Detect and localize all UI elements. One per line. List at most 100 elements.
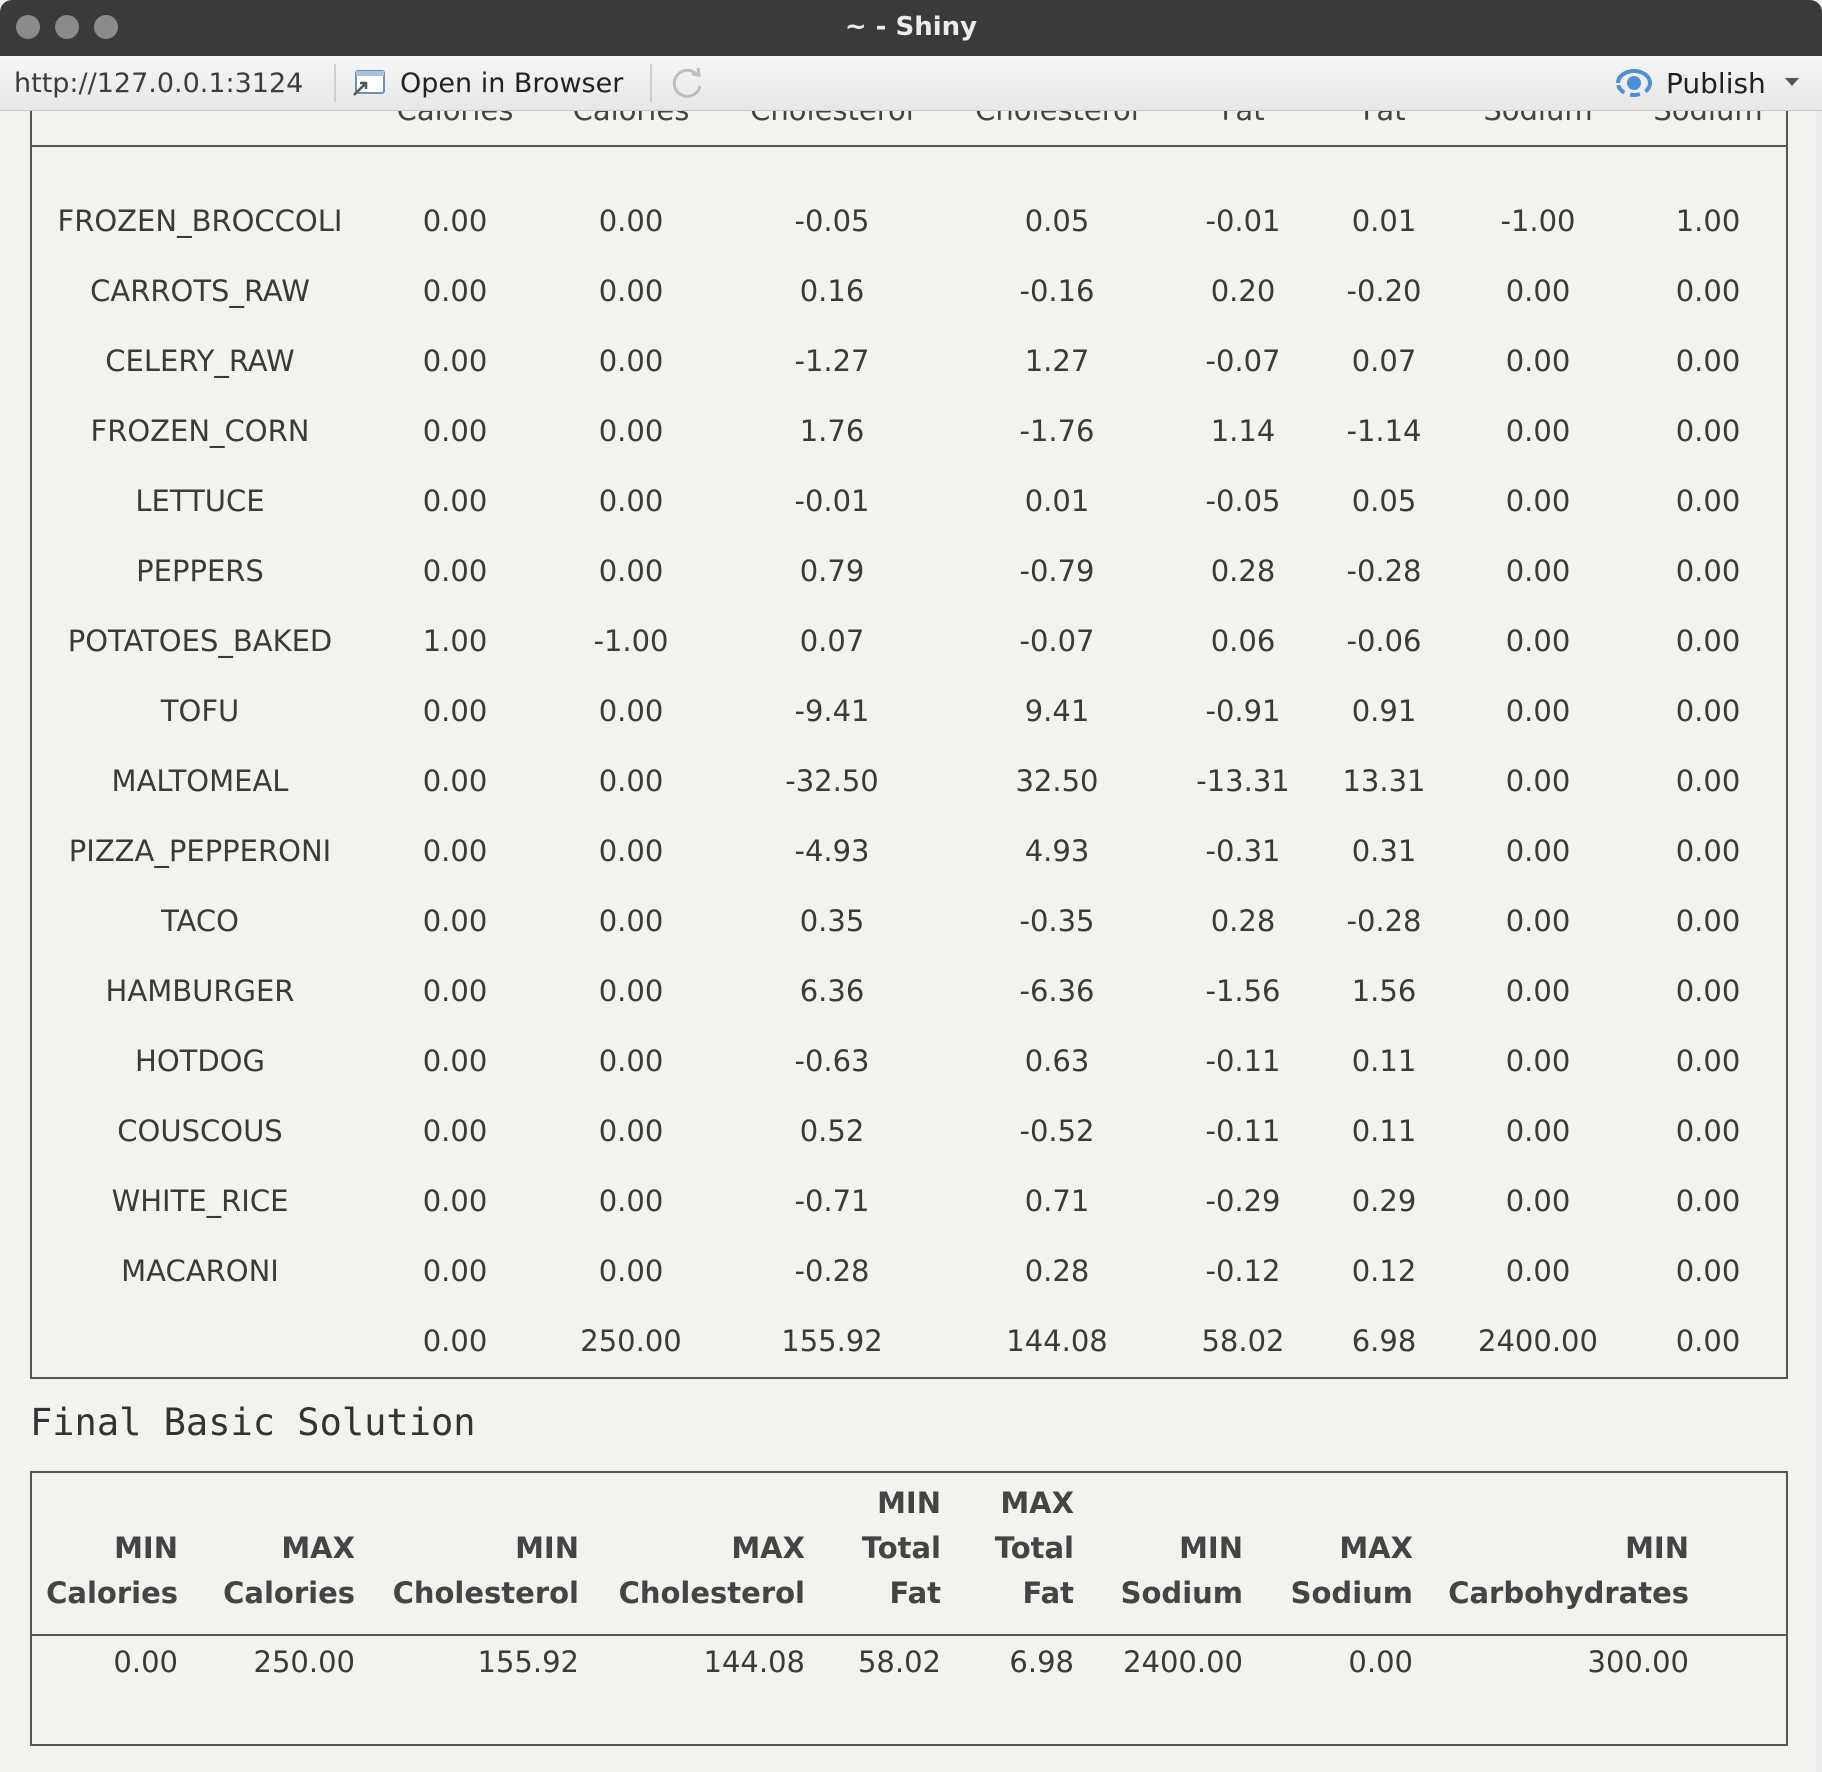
table-cell: 1.00 — [1675, 204, 1741, 238]
row-label: HAMBURGER — [105, 974, 295, 1008]
table-cell: 0.00 — [598, 204, 664, 238]
table-cell: -0.12 — [1205, 1254, 1281, 1288]
table-cell: -0.05 — [794, 204, 870, 238]
table-cell: 0.00 — [1505, 414, 1571, 448]
table-cell: 0.28 — [1210, 904, 1276, 938]
table-cell: 9.41 — [1024, 694, 1090, 728]
table-row: HAMBURGER 0.00 0.00 6.36 -6.36 -1.56 1.56 0.00 0… — [32, 956, 1786, 1026]
column-header-line: Sodium — [1120, 1576, 1243, 1610]
table-cell: 0.00 — [1675, 414, 1741, 448]
table-cell: 0.01 — [1024, 484, 1090, 518]
column-header-line: MAX — [1339, 1531, 1413, 1565]
final-basic-solution-table: MIN Calories MAX Calories MIN Cholesterol MAX C… — [30, 1471, 1788, 1746]
table-cell: 0.00 — [598, 1254, 664, 1288]
table-cell: 144.08 — [703, 1645, 805, 1679]
table-cell: 0.00 — [422, 904, 488, 938]
column-header-line: Calories — [46, 1576, 178, 1610]
table-cell: -0.63 — [794, 1044, 870, 1078]
table-cell: 0.00 — [422, 974, 488, 1008]
publish-button[interactable]: Publish — [1612, 62, 1766, 104]
table-row: FROZEN_CORN 0.00 0.00 1.76 -1.76 1.14 -1.14 0.0… — [32, 396, 1786, 466]
row-label: CARROTS_RAW — [90, 274, 310, 308]
table-cell: 0.00 — [1505, 554, 1571, 588]
column-header: Calories — [397, 111, 514, 127]
table-cell: 1.14 — [1210, 414, 1276, 448]
table-cell: 0.00 — [1505, 974, 1571, 1008]
table-cell: 1.56 — [1351, 974, 1417, 1008]
table-cell: 300.00 — [1587, 1645, 1689, 1679]
table-cell: -0.28 — [794, 1254, 870, 1288]
app-content: Calories Calories Cholesterol Cholesterol Fa… — [0, 111, 1822, 1772]
column-header-line: Fat — [1022, 1576, 1074, 1610]
column-header: Fat — [1221, 111, 1264, 127]
table-header-row: MIN Calories MAX Calories MIN Cholesterol MAX C… — [32, 1473, 1786, 1636]
open-in-browser-button[interactable]: Open in Browser — [352, 62, 623, 104]
table-cell: 0.00 — [598, 554, 664, 588]
table-cell: -0.20 — [1346, 274, 1422, 308]
table-cell: 0.00 — [598, 974, 664, 1008]
table-cell: 0.00 — [422, 834, 488, 868]
viewer-toolbar: http://127.0.0.1:3124 Open in Browser Pu… — [0, 56, 1822, 111]
column-header-line: MIN — [877, 1486, 941, 1520]
row-label: FROZEN_BROCCOLI — [57, 204, 343, 238]
table-cell: 0.00 — [422, 344, 488, 378]
table-cell: -1.00 — [593, 624, 669, 658]
scrollbar-track[interactable] — [1816, 111, 1822, 1772]
table-cell: 250.00 — [580, 1324, 682, 1358]
table-cell: 0.91 — [1351, 694, 1417, 728]
row-label: WHITE_RICE — [111, 1184, 289, 1218]
table-cell: -0.01 — [794, 484, 870, 518]
table-cell: 0.00 — [598, 694, 664, 728]
refresh-icon[interactable] — [668, 64, 706, 102]
table-cell: 0.00 — [422, 694, 488, 728]
table-cell: -0.05 — [1205, 484, 1281, 518]
table-cell: 0.00 — [1505, 274, 1571, 308]
table-row: LETTUCE 0.00 0.00 -0.01 0.01 -0.05 0.05 0.00 0.0… — [32, 466, 1786, 536]
table-cell: 0.00 — [113, 1645, 178, 1679]
column-header-line: Cholesterol — [392, 1576, 579, 1610]
table-cell: -13.31 — [1196, 764, 1290, 798]
table-cell: 58.02 — [857, 1645, 941, 1679]
publish-menu-chevron-down-icon[interactable] — [1785, 78, 1799, 86]
table-cell: 0.06 — [1210, 624, 1276, 658]
table-cell: 0.63 — [1024, 1044, 1090, 1078]
open-in-browser-label: Open in Browser — [400, 67, 624, 99]
column-header-line: MIN — [114, 1531, 178, 1565]
table-row: PIZZA_PEPPERONI 0.00 0.00 -4.93 4.93 -0.31 0.3… — [32, 816, 1786, 886]
table-cell: -0.28 — [1346, 554, 1422, 588]
url-display[interactable]: http://127.0.0.1:3124 — [14, 68, 303, 99]
table-cell: 0.28 — [1210, 554, 1276, 588]
table-cell: -1.76 — [1019, 414, 1095, 448]
table-cell: 0.00 — [598, 344, 664, 378]
window-title: ~ - Shiny — [844, 12, 978, 42]
table-row: CELERY_RAW 0.00 0.00 -1.27 1.27 -0.07 0.07 0.00… — [32, 326, 1786, 396]
table-cell: -0.91 — [1205, 694, 1281, 728]
table-cell: -6.36 — [1019, 974, 1095, 1008]
table-cell: 0.00 — [1675, 624, 1741, 658]
table-cell: -1.56 — [1205, 974, 1281, 1008]
column-header: MAX Sodium — [1291, 1526, 1413, 1616]
table-cell: 155.92 — [477, 1645, 579, 1679]
table-cell: 0.00 — [422, 554, 488, 588]
open-browser-icon — [353, 70, 385, 96]
table-cell: 0.00 — [598, 414, 664, 448]
table-cell: 0.05 — [1024, 204, 1090, 238]
table-cell: 0.00 — [1675, 484, 1741, 518]
table-row: MALTOMEAL 0.00 0.00 -32.50 32.50 -13.31 13.31 0… — [32, 746, 1786, 816]
table-cell: 58.02 — [1201, 1324, 1285, 1358]
table-row: CARROTS_RAW 0.00 0.00 0.16 -0.16 0.20 -0.20 0.0… — [32, 256, 1786, 326]
table-cell: 13.31 — [1342, 764, 1426, 798]
table-cell: 0.11 — [1351, 1114, 1417, 1148]
column-header-line: MAX — [731, 1531, 805, 1565]
row-label: TACO — [161, 904, 239, 938]
table-row: PEPPERS 0.00 0.00 0.79 -0.79 0.28 -0.28 0.00 0.0… — [32, 536, 1786, 606]
table-cell: 0.00 — [1675, 344, 1741, 378]
table-cell: 0.00 — [422, 1254, 488, 1288]
column-header-line: Calories — [223, 1576, 355, 1610]
table-cell: 0.00 — [422, 1044, 488, 1078]
table-cell: 1.27 — [1024, 344, 1090, 378]
table-cell: 155.92 — [781, 1324, 883, 1358]
table-cell: 0.00 — [1675, 974, 1741, 1008]
table-cell: -1.00 — [1500, 204, 1576, 238]
table-cell: -0.71 — [794, 1184, 870, 1218]
